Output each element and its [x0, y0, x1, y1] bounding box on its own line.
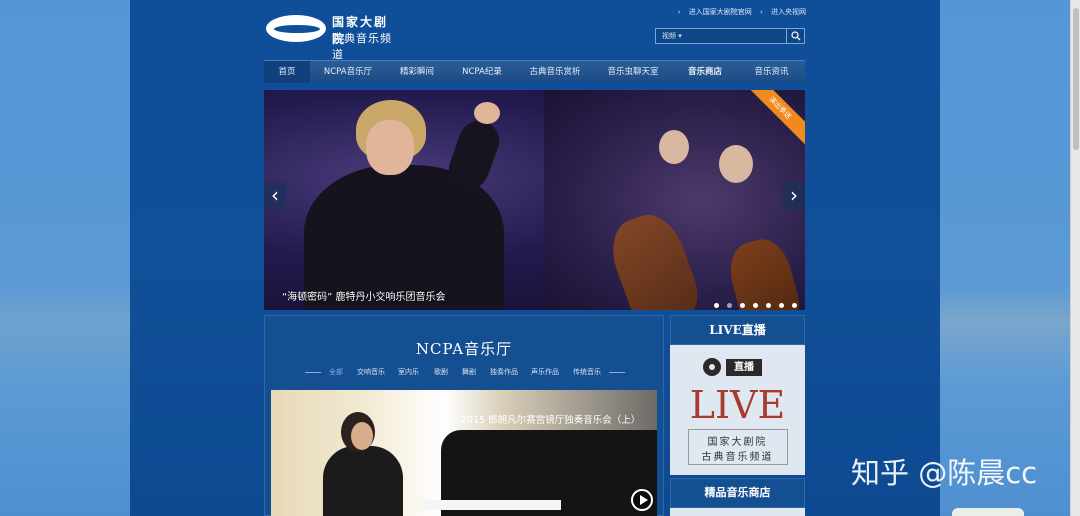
- orchestra-player: [719, 145, 753, 183]
- live-sidebar: LIVE直播 直播 LIVE 国家大剧院 古典音乐频道 精品音乐商店: [670, 315, 805, 516]
- site-container: 国家大剧院 古典音乐频道 › 进入国家大剧院官网 › 进入央视网 视频 ▾ 首页…: [130, 0, 940, 516]
- category-solo[interactable]: 独奏作品: [490, 367, 518, 377]
- orchestra-player: [659, 130, 689, 164]
- link-cntv-label: 进入央视网: [771, 8, 806, 16]
- link-cntv[interactable]: › 进入央视网: [760, 8, 806, 16]
- carousel-dot[interactable]: [714, 303, 719, 308]
- divider-line: [609, 372, 625, 373]
- carousel-prev-button[interactable]: ‹: [264, 182, 286, 210]
- category-all[interactable]: 全部: [329, 367, 343, 377]
- site-logo[interactable]: 国家大剧院 古典音乐频道: [266, 12, 396, 61]
- carousel-dot[interactable]: [727, 303, 732, 308]
- nav-item-music-shop[interactable]: 音乐商店: [672, 61, 738, 83]
- film-reel-icon: [703, 358, 721, 376]
- ncpa-logo-icon: [266, 15, 326, 42]
- live-big-text: LIVE: [689, 383, 786, 427]
- search-icon: [791, 31, 801, 41]
- category-chamber[interactable]: 室内乐: [398, 367, 419, 377]
- live-card[interactable]: 直播 LIVE 国家大剧院 古典音乐频道: [670, 345, 805, 475]
- link-ncpa-official-label: 进入国家大剧院官网: [688, 8, 752, 16]
- category-opera[interactable]: 歌剧: [434, 367, 448, 377]
- section-title: NCPA音乐厅: [415, 340, 513, 358]
- pianist-face: [351, 422, 373, 450]
- nav-item-highlights[interactable]: 精彩瞬间: [386, 61, 448, 83]
- shop-header[interactable]: 精品音乐商店: [670, 478, 805, 508]
- scrollbar-thumb[interactable]: [1073, 8, 1079, 150]
- carousel-caption[interactable]: “海顿密码” 鹿特丹小交响乐团音乐会: [282, 288, 446, 303]
- search-type-label: 视频: [662, 32, 676, 40]
- logo-line2: 古典音乐频道: [332, 32, 392, 61]
- nav-item-home[interactable]: 首页: [264, 61, 310, 83]
- category-filter: 全部 交响音乐 室内乐 歌剧 舞剧 独奏作品 声乐作品 传统音乐: [305, 367, 625, 379]
- nav-item-ncpa-records[interactable]: NCPA纪录: [448, 61, 516, 83]
- header: 国家大剧院 古典音乐频道 › 进入国家大剧院官网 › 进入央视网 视频 ▾: [130, 0, 940, 61]
- live-subtitle-1: 国家大剧院: [707, 437, 768, 448]
- carousel-dot[interactable]: [779, 303, 784, 308]
- live-header: LIVE直播: [670, 315, 805, 345]
- piano-keys: [421, 500, 561, 510]
- page-scrollbar[interactable]: [1070, 0, 1080, 516]
- featured-video-thumbnail[interactable]: 2015 郎朗凡尔赛宫镜厅独奏音乐会（上）: [271, 390, 657, 516]
- category-traditional[interactable]: 传统音乐: [573, 367, 601, 377]
- live-subtitle-2: 古典音乐频道: [701, 452, 774, 463]
- hero-carousel[interactable]: 演出季送 ‹ › “海顿密码” 鹿特丹小交响乐团音乐会: [264, 90, 805, 310]
- ncpa-hall-section: NCPA音乐厅 全部 交响音乐 室内乐 歌剧 舞剧 独奏作品 声乐作品 传统音乐…: [264, 315, 664, 516]
- nav-item-ncpa-hall[interactable]: NCPA音乐厅: [310, 61, 386, 83]
- nav-item-music-news[interactable]: 音乐资讯: [738, 61, 805, 83]
- link-ncpa-official[interactable]: › 进入国家大剧院官网: [678, 8, 752, 16]
- search-button[interactable]: [786, 29, 804, 43]
- conductor-hand: [474, 102, 500, 124]
- pianist-image: [323, 446, 403, 516]
- carousel-dots: [706, 293, 797, 310]
- category-dance[interactable]: 舞剧: [462, 367, 476, 377]
- background-left: [0, 0, 130, 516]
- search-type-select[interactable]: 视频 ▾: [658, 31, 688, 42]
- nav-item-classical-appreciation[interactable]: 古典音乐赏析: [516, 61, 594, 83]
- carousel-dot[interactable]: [753, 303, 758, 308]
- divider-line: [305, 372, 321, 373]
- background-right: [940, 0, 1070, 516]
- category-symphony[interactable]: 交响音乐: [357, 367, 385, 377]
- main-nav: 首页 NCPA音乐厅 精彩瞬间 NCPA纪录 古典音乐赏析 音乐虫聊天室 音乐商…: [264, 60, 805, 83]
- conductor-face: [366, 120, 414, 175]
- shop-image[interactable]: [670, 508, 805, 516]
- carousel-dot[interactable]: [766, 303, 771, 308]
- carousel-next-button[interactable]: ›: [783, 182, 805, 210]
- featured-video-title[interactable]: 2015 郎朗凡尔赛宫镜厅独奏音乐会（上）: [461, 412, 640, 426]
- carousel-dot[interactable]: [740, 303, 745, 308]
- corner-badge: [952, 508, 1024, 516]
- category-vocal[interactable]: 声乐作品: [531, 367, 559, 377]
- top-links: › 进入国家大剧院官网 › 进入央视网: [672, 7, 806, 17]
- live-badge: 直播: [726, 359, 762, 376]
- carousel-dot[interactable]: [792, 303, 797, 308]
- zhihu-watermark: 知乎 @陈晨cc: [851, 456, 1038, 490]
- nav-item-chatroom[interactable]: 音乐虫聊天室: [594, 61, 672, 83]
- search-box: 视频 ▾: [655, 28, 805, 44]
- play-icon[interactable]: [631, 489, 653, 511]
